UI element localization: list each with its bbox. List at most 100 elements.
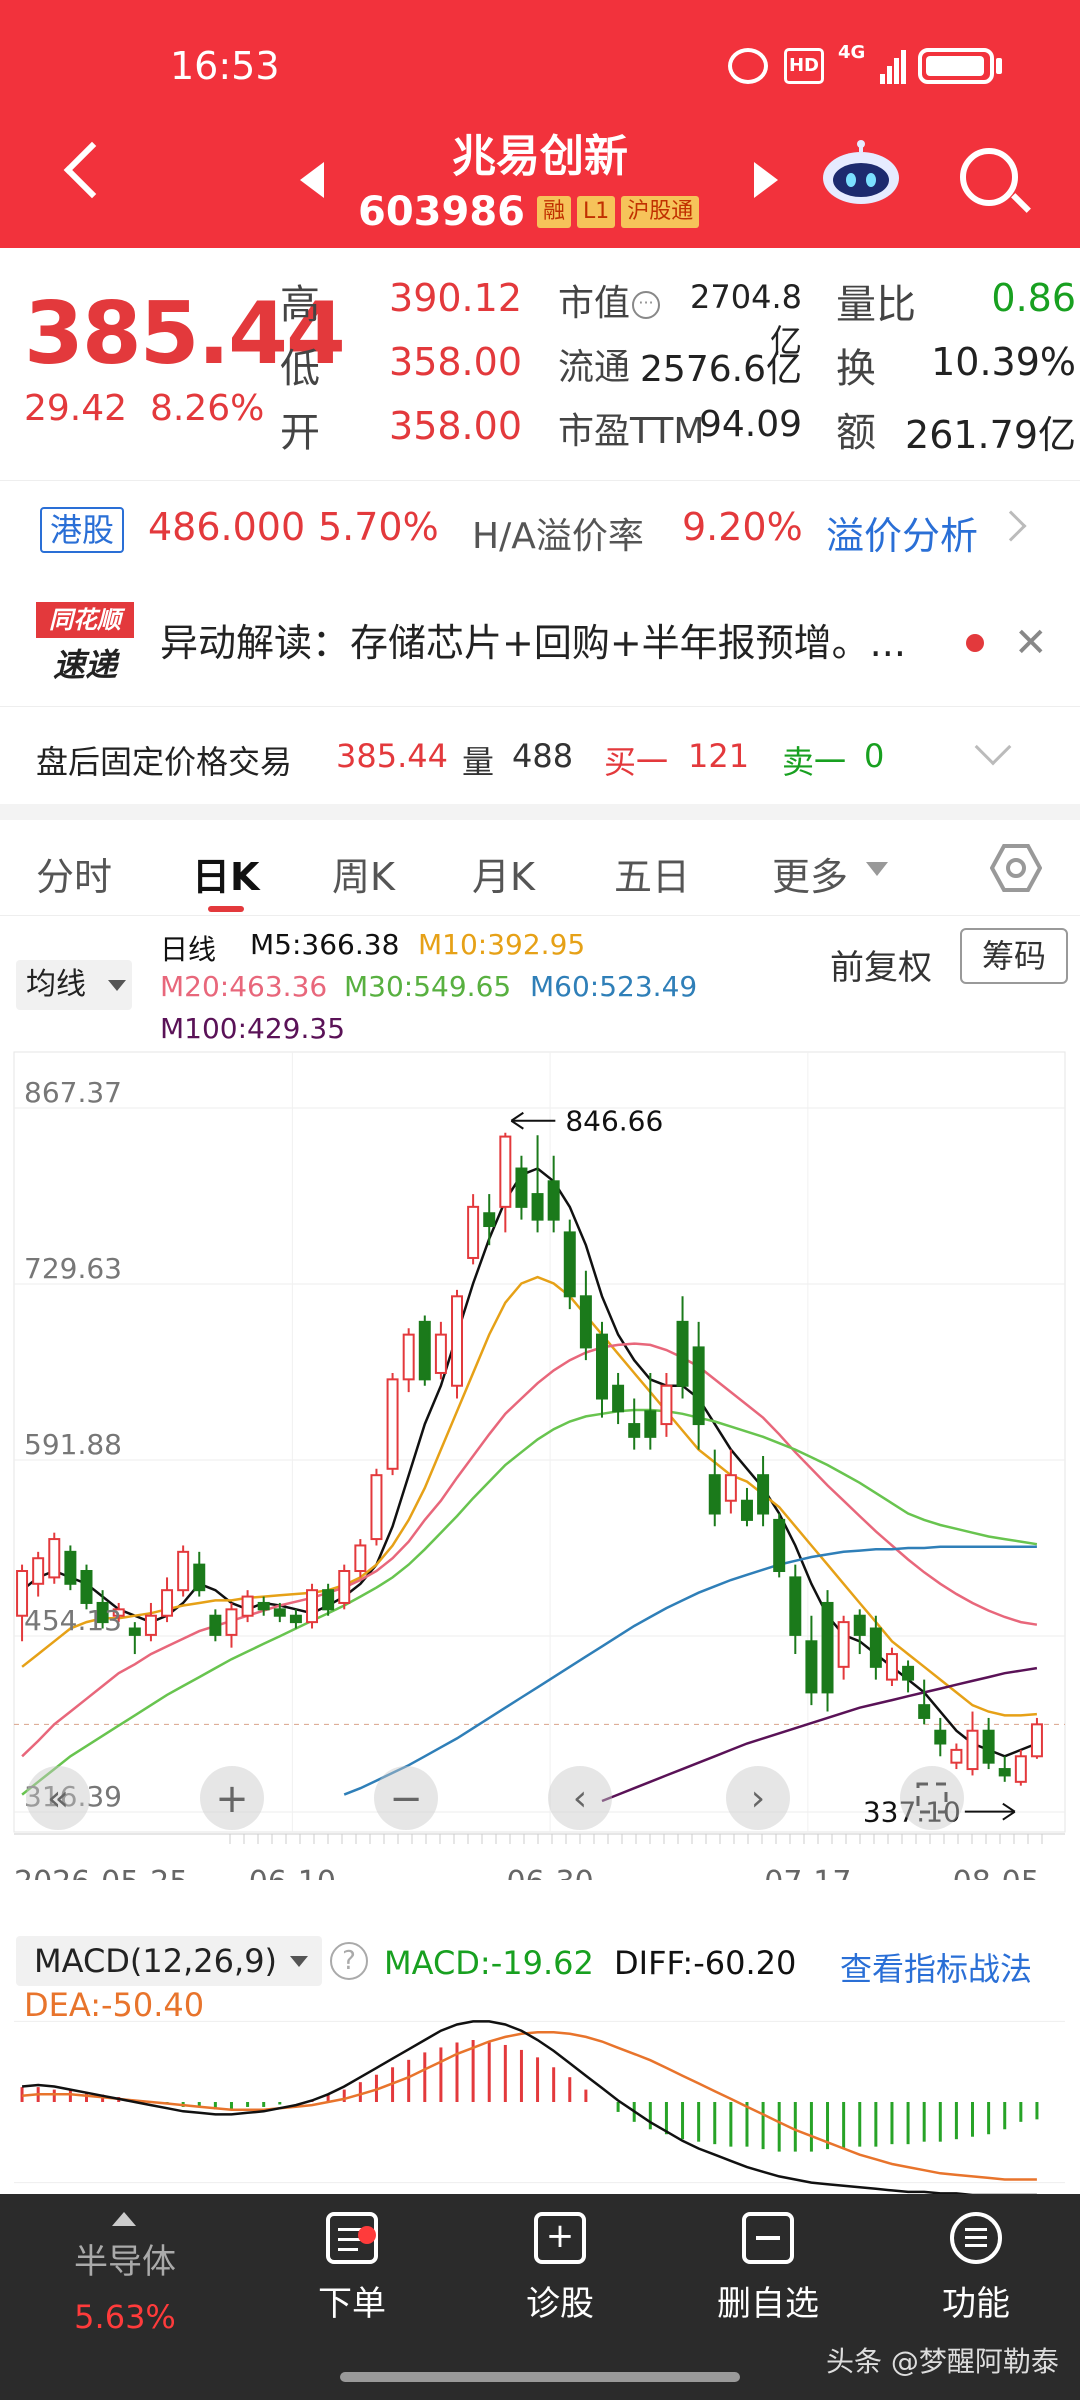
- ma-line-m10: [21, 1275, 1038, 1717]
- premium-analysis-link[interactable]: 溢价分析: [826, 505, 978, 560]
- buy1-label: 买一: [604, 743, 669, 781]
- period-tabs: 分时 日K 周K 月K 五日 更多: [0, 820, 1080, 916]
- x-tick-label: 08-05: [953, 1865, 1040, 1880]
- sell1-value: 0: [864, 737, 885, 775]
- candle-body: [757, 1474, 770, 1515]
- candle-body: [821, 1601, 834, 1694]
- after-hours-label: 盘后固定价格交易: [36, 743, 293, 781]
- tab-weekly[interactable]: 周K: [332, 846, 395, 901]
- news-row[interactable]: 同花顺 速递 异动解读：存储芯片+回购+半年报预增。...: [0, 584, 1080, 694]
- indicator-selector[interactable]: MACD(12,26,9): [16, 1936, 322, 1986]
- next-stock-icon[interactable]: [754, 162, 778, 198]
- amount-value: 261.79亿: [905, 413, 1076, 457]
- candle-body: [402, 1333, 415, 1381]
- candle-body: [467, 1205, 480, 1259]
- battery-tip: [996, 58, 1002, 74]
- float-label: 流通: [558, 347, 631, 388]
- change-amount: 29.42: [24, 388, 128, 429]
- kline-chart[interactable]: 867.37729.63591.88454.13316.39 2026-05-2…: [0, 1050, 1080, 1880]
- home-indicator[interactable]: [340, 2372, 740, 2382]
- help-icon[interactable]: ?: [330, 1942, 368, 1980]
- candle-body: [177, 1550, 190, 1592]
- candle-body: [660, 1384, 673, 1426]
- status-time: 16:53: [170, 44, 280, 88]
- back-icon[interactable]: [63, 141, 121, 199]
- prev-stock-icon[interactable]: [300, 162, 324, 198]
- tab-more[interactable]: 更多: [772, 846, 848, 901]
- hk-premium-row[interactable]: 港股 486.000 5.70% H/A溢价率 9.20% 溢价分析: [0, 480, 1080, 576]
- y-tick-label: 454.13: [24, 1604, 122, 1637]
- close-icon[interactable]: ✕: [1014, 620, 1048, 666]
- after-vol-label: 量: [462, 743, 495, 781]
- buy1-value: 121: [688, 737, 750, 775]
- candle-body: [241, 1595, 254, 1617]
- diagnose-button[interactable]: + 诊股: [490, 2212, 630, 2325]
- diff-line: [21, 2020, 1037, 2194]
- candle-body: [950, 1748, 963, 1764]
- fullscreen-icon[interactable]: [900, 1766, 964, 1830]
- x-tick-label: 06-30: [507, 1865, 594, 1880]
- after-hours-row[interactable]: 盘后固定价格交易 385.44 量 488 买一 121 卖一 0: [0, 706, 1080, 802]
- turnover-label: 换: [836, 346, 876, 392]
- minus-icon: −: [389, 1776, 423, 1822]
- stock-code-row: 603986 融 L1 沪股通: [358, 189, 705, 235]
- news-headline: 异动解读：存储芯片+回购+半年报预增。...: [160, 621, 906, 665]
- news-logo: 同花顺 速递: [36, 602, 134, 684]
- tab-intraday[interactable]: 分时: [36, 846, 112, 901]
- settings-icon[interactable]: [990, 842, 1042, 894]
- remove-watchlist-button[interactable]: 删自选: [698, 2212, 838, 2325]
- robot-assistant-icon[interactable]: [818, 140, 904, 206]
- tag-connect: 沪股通: [621, 196, 700, 228]
- plus-icon: +: [215, 1776, 249, 1822]
- order-button[interactable]: 下单: [282, 2212, 422, 2325]
- change-percent: 8.26%: [149, 388, 265, 429]
- sector-name[interactable]: 半导体: [40, 2234, 210, 2283]
- price-adjust-label[interactable]: 前复权: [830, 940, 932, 989]
- tag-level: L1: [577, 196, 616, 228]
- caret-up-icon[interactable]: [112, 2212, 136, 2226]
- macd-chart[interactable]: [0, 1990, 1080, 2194]
- tab-daily[interactable]: 日K: [192, 846, 259, 901]
- hk-badge: 港股: [40, 507, 125, 553]
- tab-monthly[interactable]: 月K: [472, 846, 535, 901]
- vol-ratio-label: 量比: [836, 282, 916, 328]
- candle-body: [708, 1474, 721, 1515]
- candle-body: [853, 1614, 866, 1636]
- indicator-strategy-link[interactable]: 查看指标战法: [840, 1944, 1032, 1990]
- ma-m5: M5:366.38: [250, 928, 400, 961]
- tab-five-day[interactable]: 五日: [614, 846, 690, 901]
- watermark: 头条 @梦醒阿勒泰: [826, 2345, 1059, 2378]
- signal-icon: [880, 48, 906, 84]
- candle-body: [837, 1621, 850, 1668]
- function-button[interactable]: 功能: [906, 2212, 1046, 2325]
- chart-controls: « + − ‹ ›: [26, 1766, 964, 1830]
- candle-body: [418, 1320, 431, 1381]
- unread-dot: [966, 634, 984, 652]
- alarm-icon: [728, 48, 768, 84]
- ma-selector[interactable]: 均线: [16, 960, 132, 1010]
- divider: [0, 804, 1080, 820]
- sector-percent: 5.63%: [74, 2298, 176, 2336]
- candle-body: [612, 1384, 625, 1413]
- macd-lines: [21, 2020, 1037, 2194]
- macd-histogram: [20, 2040, 1039, 2152]
- candle-body: [338, 1570, 351, 1604]
- stock-code: 603986: [358, 189, 525, 235]
- ma-m100: M100:429.35: [160, 1012, 346, 1045]
- chip-distribution-button[interactable]: 筹码: [960, 928, 1068, 984]
- search-icon[interactable]: [960, 148, 1018, 206]
- float-value: 2576.6亿: [640, 349, 802, 390]
- candle-body: [257, 1601, 270, 1611]
- candle-body: [692, 1346, 705, 1426]
- candles: [16, 1132, 1043, 1786]
- candle-body: [322, 1589, 335, 1611]
- candle-body: [531, 1193, 544, 1221]
- candle-body: [451, 1295, 464, 1387]
- chevron-right-icon: ›: [751, 1778, 765, 1819]
- caret-down-icon: [866, 862, 888, 876]
- battery-icon: [918, 48, 994, 84]
- candle-body: [483, 1212, 496, 1228]
- high-value: 390.12: [389, 276, 522, 320]
- low-label: 低: [280, 346, 320, 392]
- ma-m20: M20:463.36: [160, 970, 328, 1003]
